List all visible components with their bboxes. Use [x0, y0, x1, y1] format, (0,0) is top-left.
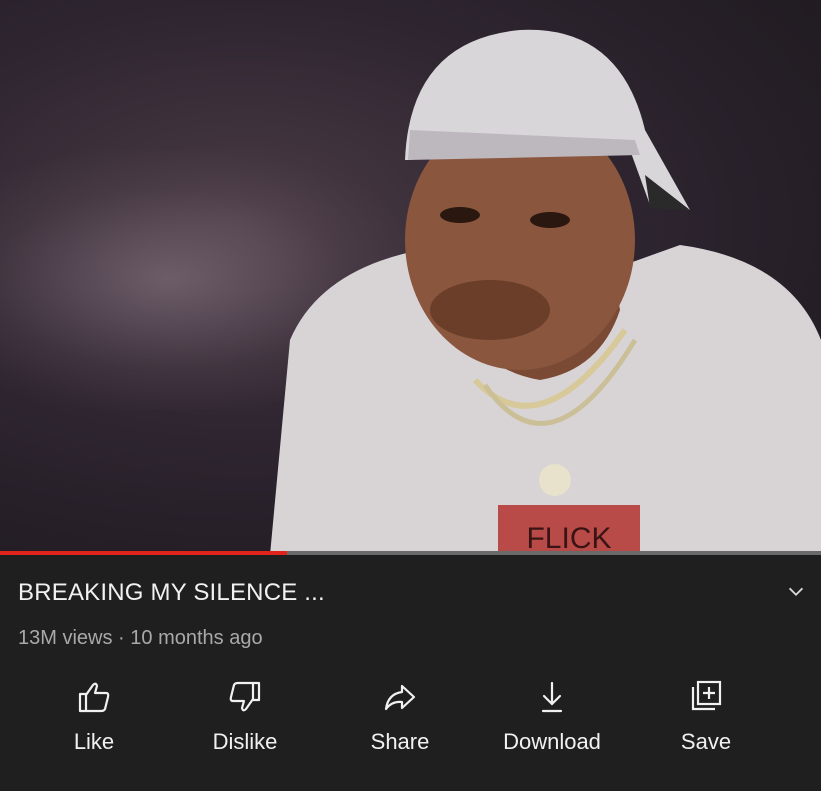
- share-label: Share: [370, 729, 430, 754]
- dislike-button[interactable]: Dislike: [175, 677, 315, 767]
- video-meta: 13M views · 10 months ago: [18, 627, 263, 650]
- video-player[interactable]: FLICK: [0, 0, 821, 553]
- add-to-playlist-icon: [691, 680, 722, 711]
- download-button[interactable]: Download: [482, 677, 622, 767]
- save-button[interactable]: Save: [636, 677, 776, 767]
- upload-age: 10 months ago: [130, 627, 263, 649]
- download-icon: [541, 681, 563, 713]
- meta-separator: ·: [118, 627, 125, 649]
- like-label: Like: [73, 729, 115, 754]
- video-info-panel: BREAKING MY SILENCE ... 13M views · 10 m…: [0, 555, 821, 791]
- shirt-print-text: FLICK: [526, 522, 611, 553]
- video-frame-person: FLICK: [270, 29, 821, 553]
- share-arrow-icon: [384, 684, 416, 711]
- save-label: Save: [680, 729, 732, 754]
- thumbs-up-icon: [78, 682, 110, 713]
- chevron-down-icon[interactable]: [785, 581, 807, 603]
- like-button[interactable]: Like: [24, 677, 164, 767]
- dislike-label: Dislike: [212, 729, 278, 754]
- video-title[interactable]: BREAKING MY SILENCE ...: [18, 579, 758, 607]
- download-label: Download: [503, 729, 601, 754]
- view-count: 13M views: [18, 627, 113, 649]
- thumbs-down-icon: [229, 681, 261, 712]
- action-bar: Like Dislike Share Download Save: [0, 677, 821, 767]
- share-button[interactable]: Share: [330, 677, 470, 767]
